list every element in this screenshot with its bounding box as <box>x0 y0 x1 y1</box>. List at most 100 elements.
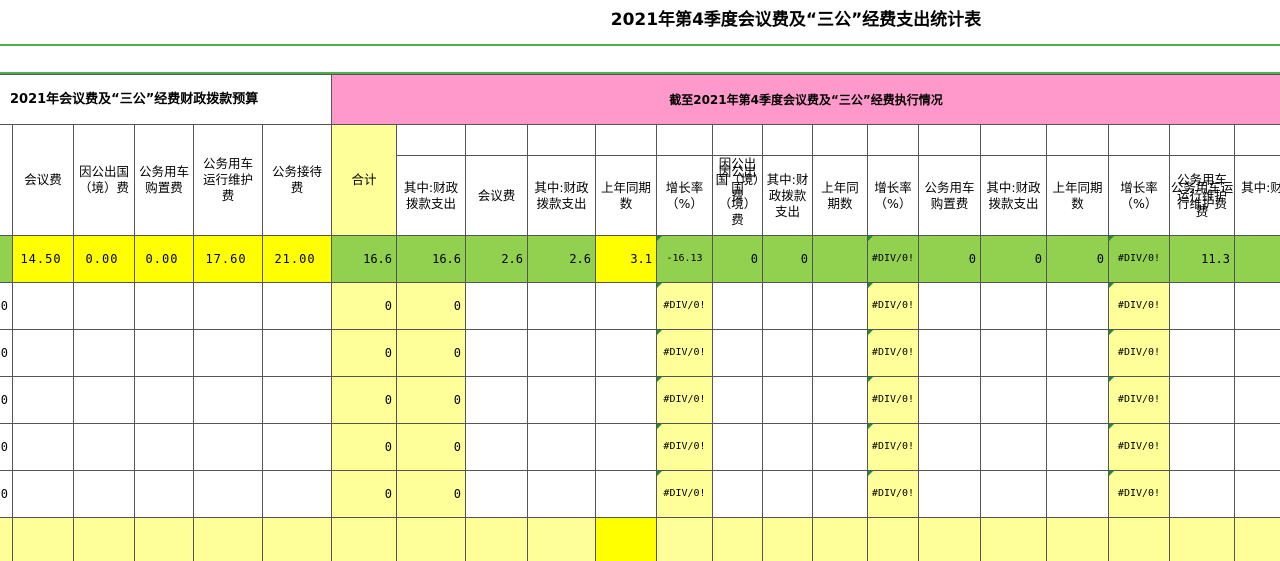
row-0-cell-19[interactable]: #DIV/0! <box>1109 283 1170 330</box>
total-row-cell-8[interactable] <box>466 518 528 561</box>
column-header-19[interactable]: 增长率（%） <box>1109 156 1170 236</box>
row-2-cell-10[interactable] <box>596 377 657 424</box>
summary-cell-18[interactable]: 0 <box>1047 236 1109 283</box>
column-header-21[interactable]: 其中:财政拨款支出 <box>1235 156 1280 236</box>
row-1-cell-5[interactable] <box>263 330 332 377</box>
column-header-12-tall[interactable]: 因公出国（境）费 <box>713 125 763 236</box>
row-3-cell-14[interactable] <box>813 424 868 471</box>
header-band-7[interactable] <box>397 125 466 156</box>
header-band-14[interactable] <box>813 125 868 156</box>
row-3-cell-9[interactable] <box>528 424 596 471</box>
section-exec-header[interactable]: 截至2021年第4季度会议费及“三公”经费执行情况 <box>332 74 1280 125</box>
total-row-cell-1[interactable] <box>13 518 74 561</box>
total-row-cell-3[interactable] <box>135 518 194 561</box>
total-row-cell-5[interactable] <box>263 518 332 561</box>
row-1-cell-17[interactable] <box>981 330 1047 377</box>
row-2-cell-15[interactable]: #DIV/0! <box>868 377 919 424</box>
row-2-cell-0[interactable]: 0 <box>0 377 13 424</box>
row-1-cell-14[interactable] <box>813 330 868 377</box>
total-row-cell-6[interactable] <box>332 518 397 561</box>
summary-cell-0[interactable] <box>0 236 13 283</box>
total-row-cell-4[interactable] <box>194 518 263 561</box>
column-header-13[interactable]: 其中:财政拨款支出 <box>763 156 813 236</box>
row-1-cell-11[interactable]: #DIV/0! <box>657 330 713 377</box>
row-3-cell-19[interactable]: #DIV/0! <box>1109 424 1170 471</box>
summary-cell-5[interactable]: 21.00 <box>263 236 332 283</box>
row-1-cell-20[interactable] <box>1170 330 1235 377</box>
row-4-cell-7[interactable]: 0 <box>397 471 466 518</box>
row-3-cell-5[interactable] <box>263 424 332 471</box>
row-3-cell-8[interactable] <box>466 424 528 471</box>
row-4-cell-20[interactable] <box>1170 471 1235 518</box>
summary-cell-9[interactable]: 2.6 <box>528 236 596 283</box>
row-0-cell-2[interactable] <box>74 283 135 330</box>
row-2-cell-12[interactable] <box>713 377 763 424</box>
row-3-cell-10[interactable] <box>596 424 657 471</box>
total-row-cell-18[interactable] <box>1047 518 1109 561</box>
summary-cell-1[interactable]: 14.50 <box>13 236 74 283</box>
row-1-cell-13[interactable] <box>763 330 813 377</box>
summary-cell-19[interactable]: #DIV/0! <box>1109 236 1170 283</box>
total-row-cell-21[interactable] <box>1235 518 1280 561</box>
row-4-cell-21[interactable] <box>1235 471 1280 518</box>
row-2-cell-16[interactable] <box>919 377 981 424</box>
summary-cell-6[interactable]: 16.6 <box>332 236 397 283</box>
row-3-cell-13[interactable] <box>763 424 813 471</box>
row-0-cell-18[interactable] <box>1047 283 1109 330</box>
row-2-cell-11[interactable]: #DIV/0! <box>657 377 713 424</box>
summary-cell-8[interactable]: 2.6 <box>466 236 528 283</box>
summary-cell-21[interactable] <box>1235 236 1280 283</box>
row-1-cell-12[interactable] <box>713 330 763 377</box>
row-4-cell-2[interactable] <box>74 471 135 518</box>
column-header-18[interactable]: 上年同期数 <box>1047 156 1109 236</box>
row-2-cell-21[interactable] <box>1235 377 1280 424</box>
summary-cell-4[interactable]: 17.60 <box>194 236 263 283</box>
total-row-cell-15[interactable] <box>868 518 919 561</box>
total-row-cell-17[interactable] <box>981 518 1047 561</box>
row-0-cell-16[interactable] <box>919 283 981 330</box>
row-4-cell-18[interactable] <box>1047 471 1109 518</box>
header-band-16[interactable] <box>919 125 981 156</box>
header-band-11[interactable] <box>657 125 713 156</box>
row-4-cell-4[interactable] <box>194 471 263 518</box>
column-header-5[interactable]: 公务接待费 <box>263 125 332 236</box>
column-header-14[interactable]: 上年同期数 <box>813 156 868 236</box>
row-1-cell-6[interactable]: 0 <box>332 330 397 377</box>
total-row-cell-2[interactable] <box>74 518 135 561</box>
row-0-cell-13[interactable] <box>763 283 813 330</box>
row-0-cell-3[interactable] <box>135 283 194 330</box>
total-row-cell-20[interactable] <box>1170 518 1235 561</box>
summary-cell-15[interactable]: #DIV/0! <box>868 236 919 283</box>
row-0-cell-1[interactable] <box>13 283 74 330</box>
row-3-cell-20[interactable] <box>1170 424 1235 471</box>
row-1-cell-15[interactable]: #DIV/0! <box>868 330 919 377</box>
row-4-cell-14[interactable] <box>813 471 868 518</box>
row-2-cell-6[interactable]: 0 <box>332 377 397 424</box>
column-header-8[interactable]: 会议费 <box>466 156 528 236</box>
row-3-cell-7[interactable]: 0 <box>397 424 466 471</box>
row-4-cell-13[interactable] <box>763 471 813 518</box>
column-header-15[interactable]: 增长率（%） <box>868 156 919 236</box>
summary-cell-11[interactable]: -16.13 <box>657 236 713 283</box>
row-3-cell-3[interactable] <box>135 424 194 471</box>
header-band-20[interactable] <box>1170 125 1235 156</box>
column-header-2[interactable]: 因公出国（境）费 <box>74 125 135 236</box>
header-band-19[interactable] <box>1109 125 1170 156</box>
row-0-cell-20[interactable] <box>1170 283 1235 330</box>
row-3-cell-11[interactable]: #DIV/0! <box>657 424 713 471</box>
row-4-cell-10[interactable] <box>596 471 657 518</box>
total-row-cell-10[interactable] <box>596 518 657 561</box>
row-2-cell-5[interactable] <box>263 377 332 424</box>
row-3-cell-21[interactable] <box>1235 424 1280 471</box>
row-3-cell-16[interactable] <box>919 424 981 471</box>
row-2-cell-3[interactable] <box>135 377 194 424</box>
total-row-cell-13[interactable] <box>763 518 813 561</box>
row-3-cell-12[interactable] <box>713 424 763 471</box>
summary-cell-10[interactable]: 3.1 <box>596 236 657 283</box>
row-4-cell-6[interactable]: 0 <box>332 471 397 518</box>
total-row-cell-19[interactable] <box>1109 518 1170 561</box>
row-1-cell-18[interactable] <box>1047 330 1109 377</box>
row-2-cell-14[interactable] <box>813 377 868 424</box>
row-1-cell-1[interactable] <box>13 330 74 377</box>
header-band-18[interactable] <box>1047 125 1109 156</box>
